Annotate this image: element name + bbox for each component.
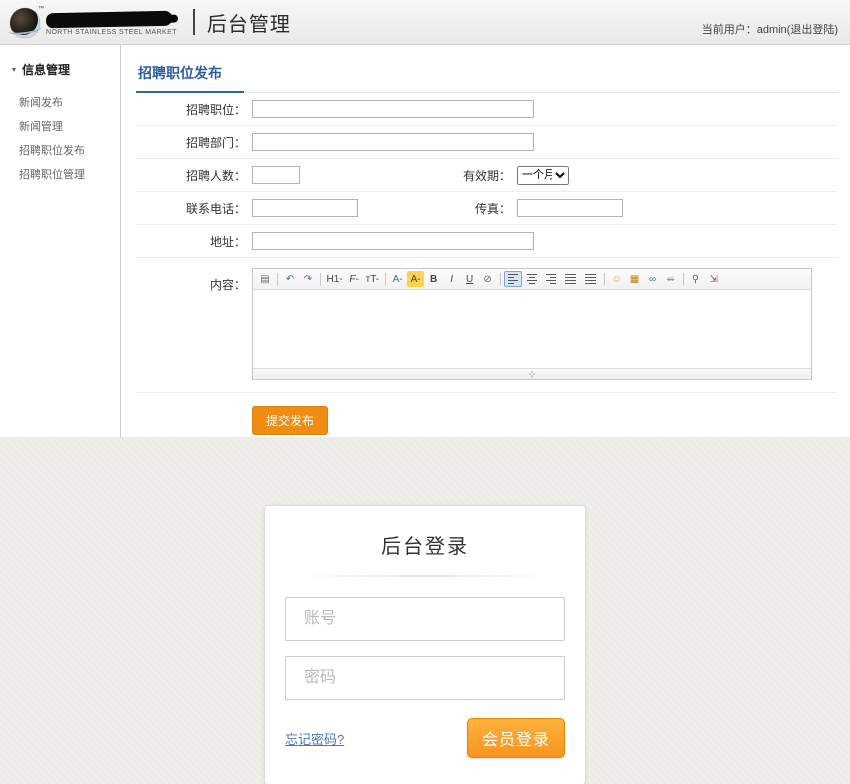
unordered-list-icon[interactable] (581, 271, 600, 287)
address-input[interactable] (252, 232, 534, 250)
ordered-list-icon[interactable] (561, 271, 580, 287)
department-input[interactable] (252, 133, 534, 151)
chevron-down-icon: ▾ (12, 65, 16, 74)
sidebar-item-news-manage[interactable]: 新闻管理 (0, 114, 120, 138)
align-left-icon[interactable] (504, 271, 522, 287)
logo-redacted-name (46, 11, 172, 29)
toolbar-separator (604, 273, 605, 286)
logo-subtitle: NORTH STAINLESS STEEL MARKET (46, 29, 177, 36)
fontname-dropdown-icon[interactable]: F- (346, 271, 363, 287)
toolbar-separator (500, 273, 501, 286)
login-card: 后台登录 忘记密码? 会员登录 (264, 505, 586, 784)
validity-group: 有效期： 一个月 (407, 166, 569, 185)
logout-link[interactable]: (退出登陆) (787, 24, 838, 36)
content-row: ▾ 信息管理 新闻发布 新闻管理 招聘职位发布 招聘职位管理 招聘职位发布 招聘… (0, 45, 850, 437)
align-right-icon[interactable] (542, 271, 560, 287)
page-title: 后台管理 (207, 8, 291, 37)
lower-section: 后台登录 忘记密码? 会员登录 (0, 437, 850, 784)
link-icon[interactable]: ∞ (644, 271, 661, 287)
account-input[interactable] (285, 597, 565, 641)
validity-select[interactable]: 一个月 (517, 166, 569, 185)
trademark-mark: ™ (38, 6, 44, 12)
form-row-position: 招聘职位： (136, 93, 838, 126)
sidebar: ▾ 信息管理 新闻发布 新闻管理 招聘职位发布 招聘职位管理 (0, 45, 121, 437)
login-title-divider (296, 575, 554, 577)
member-login-button[interactable]: 会员登录 (467, 718, 565, 758)
toolbar-separator (277, 273, 278, 286)
forgot-password-link[interactable]: 忘记密码? (285, 729, 344, 748)
bold-icon[interactable]: B (425, 271, 442, 287)
toolbar-separator (683, 273, 684, 286)
validity-label: 有效期： (407, 167, 517, 184)
phone-label: 联系电话： (136, 200, 252, 217)
department-label: 招聘部门： (136, 134, 252, 151)
italic-icon[interactable]: I (443, 271, 460, 287)
tab-job-publish[interactable]: 招聘职位发布 (136, 57, 244, 93)
position-label: 招聘职位： (136, 101, 252, 118)
submit-row: 提交发布 (136, 393, 838, 435)
redo-icon[interactable]: ↷ (300, 271, 317, 287)
fontsize-dropdown-icon[interactable]: тT- (364, 271, 381, 287)
form-row-phone-fax: 联系电话： 传真： (136, 192, 838, 225)
toolbar-separator (385, 273, 386, 286)
backcolor-icon[interactable]: A- (407, 271, 424, 287)
fax-label: 传真： (407, 200, 517, 217)
preview-icon[interactable]: ⚲ (687, 271, 704, 287)
form-row-department: 招聘部门： (136, 126, 838, 159)
unlink-icon[interactable]: ∞ (662, 271, 679, 287)
submit-publish-button[interactable]: 提交发布 (252, 406, 328, 435)
rich-text-editor: ▤↶↷H1-F-тT-A-A-BIU⊘☺▦∞∞⚲⇲ ⊹ (252, 268, 812, 380)
header-left: NORTH STAINLESS STEEL MARKET ™ 后台管理 (8, 0, 291, 44)
count-label: 招聘人数： (136, 167, 252, 184)
underline-icon[interactable]: U (461, 271, 478, 287)
undo-icon[interactable]: ↶ (282, 271, 299, 287)
remove-format-icon[interactable]: ⊘ (479, 271, 496, 287)
globe-logo-icon (10, 8, 40, 38)
position-input[interactable] (252, 100, 534, 118)
login-footer: 忘记密码? 会员登录 (285, 718, 565, 758)
main-panel: 招聘职位发布 招聘职位： 招聘部门： 招聘人数： 有效期： 一个月 (121, 45, 850, 437)
emoticon-icon[interactable]: ☺ (608, 271, 625, 287)
page: NORTH STAINLESS STEEL MARKET ™ 后台管理 当前用户… (0, 0, 850, 784)
editor-toolbar: ▤↶↷H1-F-тT-A-A-BIU⊘☺▦∞∞⚲⇲ (253, 269, 811, 290)
sidebar-item-job-publish[interactable]: 招聘职位发布 (0, 138, 120, 162)
editor-resize-handle[interactable]: ⊹ (253, 368, 811, 379)
image-icon[interactable]: ▦ (626, 271, 643, 287)
sidebar-group-info-management[interactable]: ▾ 信息管理 (0, 61, 120, 78)
form-row-address: 地址： (136, 225, 838, 258)
address-label: 地址： (136, 233, 252, 250)
sidebar-item-job-manage[interactable]: 招聘职位管理 (0, 162, 120, 186)
align-center-icon[interactable] (523, 271, 541, 287)
source-icon[interactable]: ▤ (257, 271, 274, 287)
app-header: NORTH STAINLESS STEEL MARKET ™ 后台管理 当前用户… (0, 0, 850, 45)
fax-group: 传真： (407, 199, 623, 217)
form-row-content: 内容： ▤↶↷H1-F-тT-A-A-BIU⊘☺▦∞∞⚲⇲ ⊹ (136, 258, 838, 393)
sidebar-group-label: 信息管理 (22, 61, 70, 78)
fax-input[interactable] (517, 199, 623, 217)
heading-dropdown-icon[interactable]: H1- (325, 271, 345, 287)
phone-input[interactable] (252, 199, 358, 217)
form-row-count-validity: 招聘人数： 有效期： 一个月 (136, 159, 838, 192)
forecolor-icon[interactable]: A- (389, 271, 406, 287)
tab-bar: 招聘职位发布 (136, 57, 838, 93)
sidebar-menu: 新闻发布 新闻管理 招聘职位发布 招聘职位管理 (0, 90, 120, 186)
password-input[interactable] (285, 656, 565, 700)
toolbar-separator (320, 273, 321, 286)
fullscreen-icon[interactable]: ⇲ (705, 271, 722, 287)
count-input[interactable] (252, 166, 300, 184)
current-user-info: 当前用户：admin(退出登陆) (702, 21, 838, 44)
current-user-label: 当前用户：admin (702, 24, 787, 36)
login-title: 后台登录 (285, 530, 565, 559)
header-divider (193, 9, 195, 35)
logo-block: NORTH STAINLESS STEEL MARKET (46, 12, 177, 36)
drag-handle-icon: ⊹ (528, 369, 536, 379)
sidebar-item-news-publish[interactable]: 新闻发布 (0, 90, 120, 114)
editor-content-area[interactable] (253, 290, 811, 368)
content-label: 内容： (136, 268, 252, 380)
